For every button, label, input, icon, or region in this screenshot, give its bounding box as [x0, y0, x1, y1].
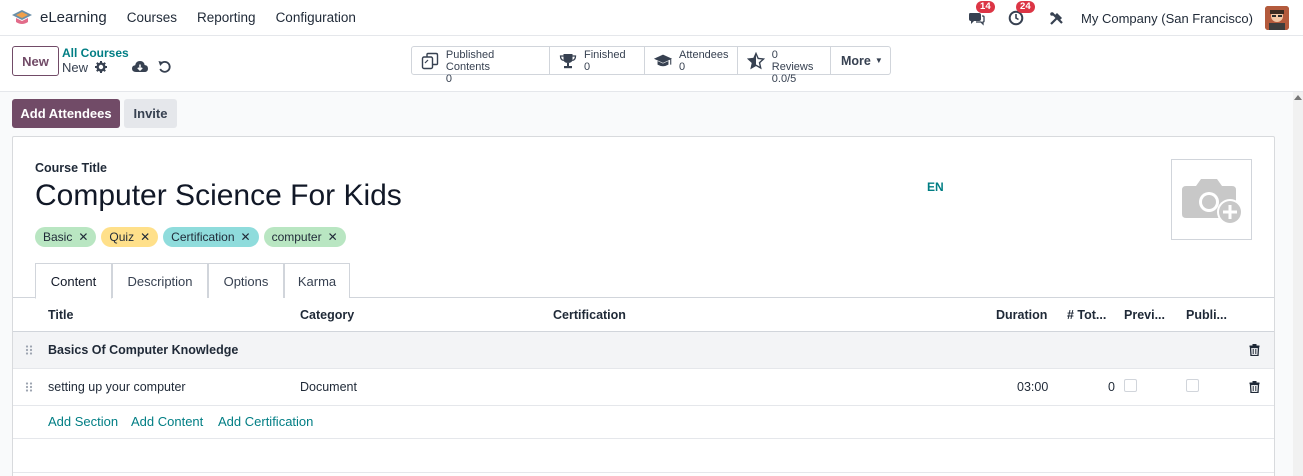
tag-quiz: Quiz ✕ [101, 227, 159, 247]
tag-label: Basic [43, 230, 73, 244]
course-title-label: Course Title [35, 161, 108, 175]
row-duration: 03:00 [1017, 380, 1049, 394]
activities-badge: 24 [1016, 1, 1035, 13]
stat-value: 0 [679, 61, 686, 73]
user-avatar[interactable] [1265, 6, 1289, 30]
tab-description[interactable]: Description [112, 263, 208, 298]
add-certification-link[interactable]: Add Certification [218, 414, 313, 429]
copy-icon [420, 51, 440, 71]
add-section-link[interactable]: Add Section [48, 414, 118, 429]
column-preview[interactable]: Previ... [1124, 308, 1165, 322]
menu-configuration[interactable]: Configuration [276, 10, 356, 25]
column-duration[interactable]: Duration [996, 308, 1047, 322]
elearning-logo-icon[interactable] [11, 7, 33, 29]
add-attendees-button[interactable]: Add Attendees [12, 99, 120, 128]
tag-label: computer [271, 230, 322, 244]
remove-tag-icon[interactable]: ✕ [241, 230, 251, 244]
empty-row [13, 439, 1274, 473]
preview-checkbox[interactable] [1124, 379, 1137, 392]
graduation-cap-icon [653, 51, 673, 71]
smart-buttons: Published Contents 0 Finished 0 Attendee… [411, 46, 891, 85]
scrollbar[interactable] [1293, 92, 1303, 476]
remove-tag-icon[interactable]: ✕ [140, 230, 150, 244]
trash-icon[interactable] [1249, 344, 1260, 356]
stat-label: 0 Reviews [771, 49, 814, 73]
row-total: 0 [1108, 380, 1115, 394]
activities-button[interactable]: 24 [1005, 1, 1035, 29]
course-image-upload[interactable] [1171, 159, 1252, 240]
discard-icon[interactable] [158, 60, 172, 74]
remove-tag-icon[interactable]: ✕ [328, 230, 338, 244]
published-checkbox[interactable] [1186, 379, 1199, 392]
drag-handle-icon[interactable] [25, 382, 33, 392]
table-row[interactable]: setting up your computer Document 03:00 … [13, 369, 1274, 406]
tag-computer: computer ✕ [263, 227, 346, 247]
drag-handle-icon[interactable] [25, 345, 33, 355]
debug-tools-button[interactable] [1045, 7, 1067, 29]
tab-options[interactable]: Options [208, 263, 284, 298]
column-published[interactable]: Publi... [1186, 308, 1227, 322]
save-cloud-icon[interactable] [132, 60, 148, 74]
course-title-input[interactable]: Computer Science For Kids [35, 179, 402, 213]
company-switcher[interactable]: My Company (San Francisco) [1081, 11, 1253, 26]
add-line-row: Add Section Add Content Add Certificatio… [13, 406, 1274, 439]
tag-label: Quiz [109, 230, 135, 244]
remove-tag-icon[interactable]: ✕ [78, 230, 88, 244]
more-label: More [841, 53, 871, 68]
stat-finished[interactable]: Finished 0 [550, 47, 645, 74]
table-header: Title Category Certification Duration # … [13, 298, 1274, 332]
column-total[interactable]: # Tot... [1067, 308, 1106, 322]
scroll-up-arrow-icon[interactable] [1294, 95, 1302, 100]
messages-button[interactable]: 14 [965, 1, 995, 29]
control-panel: New All Courses New Published Contents 0… [0, 36, 1303, 92]
app-name[interactable]: eLearning [40, 9, 107, 26]
stat-value: 0.0/5 [771, 73, 797, 85]
gear-icon[interactable] [95, 61, 107, 73]
row-category: Document [300, 380, 357, 394]
add-content-link[interactable]: Add Content [131, 414, 203, 429]
top-navbar: eLearning Courses Reporting Configuratio… [0, 0, 1303, 36]
tab-content[interactable]: Content [35, 263, 112, 299]
stat-value: 0 [584, 61, 591, 73]
stat-attendees[interactable]: Attendees 0 [645, 47, 738, 74]
stat-value: 0 [445, 73, 453, 85]
trophy-icon [558, 51, 578, 71]
menu-reporting[interactable]: Reporting [197, 10, 256, 25]
camera-plus-icon [1181, 178, 1243, 225]
language-toggle[interactable]: EN [927, 180, 944, 194]
caret-down-icon: ▼ [874, 56, 883, 65]
stat-label: Published Contents [445, 49, 495, 73]
breadcrumb-all-courses[interactable]: All Courses [62, 46, 129, 60]
form-sheet: Course Title Computer Science For Kids E… [12, 136, 1275, 476]
tools-icon [1049, 11, 1063, 25]
menu-courses[interactable]: Courses [127, 10, 177, 25]
tag-basic: Basic ✕ [35, 227, 97, 247]
more-dropdown[interactable]: More ▼ [831, 47, 890, 74]
row-title: setting up your computer [48, 380, 186, 394]
notebook-tabs: Content Description Options Karma [13, 263, 1274, 299]
tags-field[interactable]: Basic ✕ Quiz ✕ Certification ✕ computer … [35, 227, 351, 247]
record-name: New [62, 60, 89, 75]
column-category[interactable]: Category [300, 308, 354, 322]
new-button[interactable]: New [12, 46, 59, 76]
stat-reviews[interactable]: 0 Reviews 0.0/5 [738, 47, 831, 85]
stat-label: Attendees [679, 49, 729, 61]
tab-karma[interactable]: Karma [284, 263, 350, 298]
section-row[interactable]: Basics Of Computer Knowledge [13, 332, 1274, 369]
trash-icon[interactable] [1249, 381, 1260, 393]
star-half-icon [746, 51, 766, 71]
tag-label: Certification [171, 230, 235, 244]
invite-button[interactable]: Invite [124, 99, 177, 128]
column-title[interactable]: Title [48, 308, 73, 322]
messages-badge: 14 [976, 1, 995, 13]
tag-certification: Certification ✕ [163, 227, 259, 247]
column-certification[interactable]: Certification [553, 308, 626, 322]
stat-published-contents[interactable]: Published Contents 0 [412, 47, 550, 85]
stat-label: Finished [584, 49, 626, 61]
section-title: Basics Of Computer Knowledge [48, 343, 239, 357]
